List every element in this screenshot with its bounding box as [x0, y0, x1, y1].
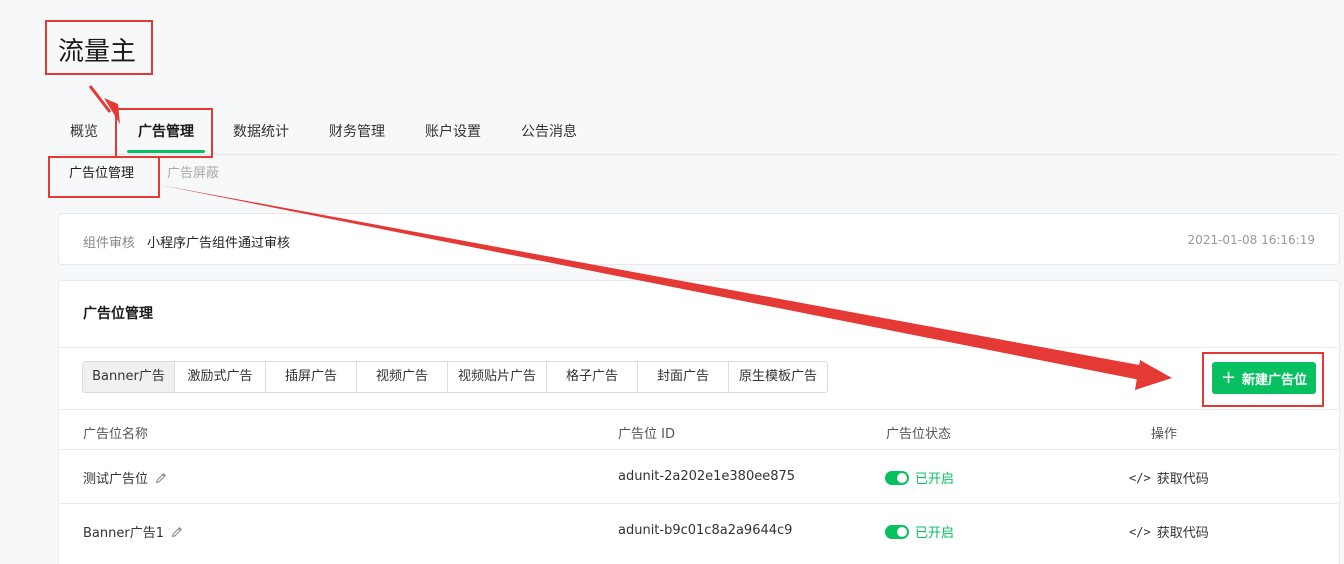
annotation-arrow-2 — [160, 185, 1150, 382]
annotation-arrows — [88, 85, 1172, 390]
annotation-arrow-1 — [88, 85, 112, 113]
annotation-arrowhead-1 — [104, 98, 120, 124]
annotation-arrowhead-2 — [1135, 360, 1172, 390]
